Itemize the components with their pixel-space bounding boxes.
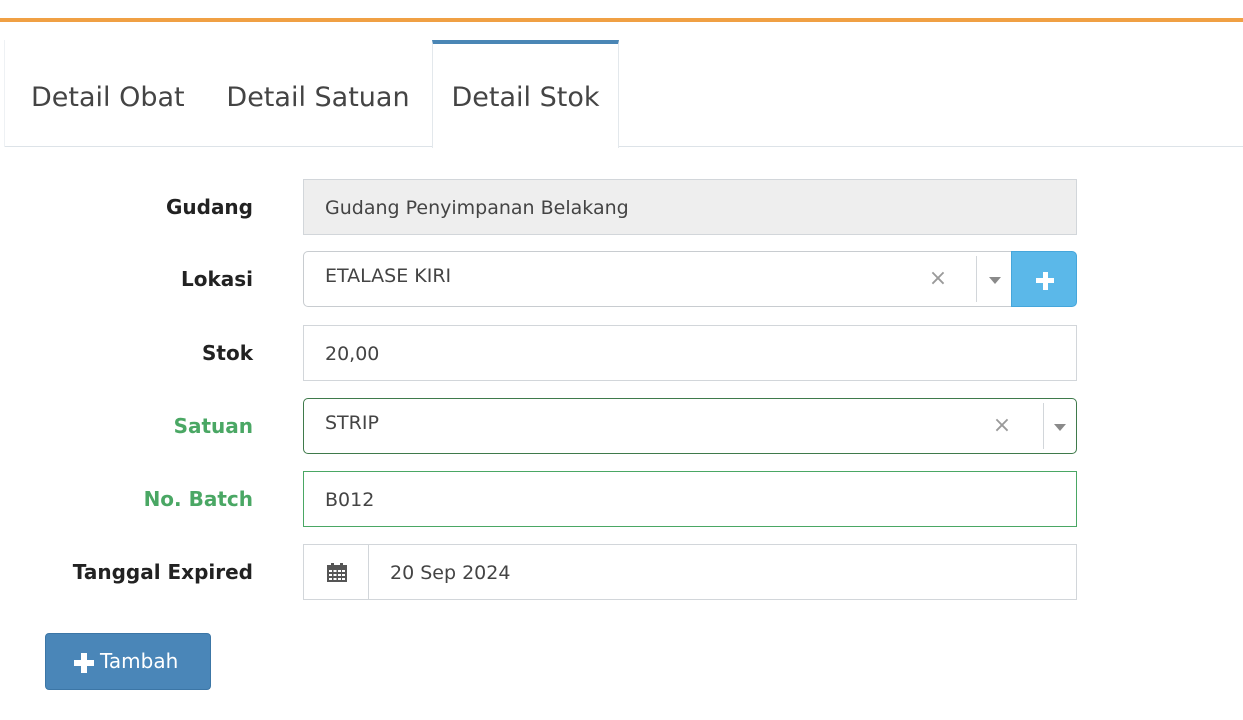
lokasi-label: Lokasi: [180, 267, 253, 291]
add-lokasi-button[interactable]: [1011, 251, 1077, 307]
expired-label: Tanggal Expired: [72, 560, 253, 584]
batch-label: No. Batch: [143, 487, 253, 511]
calendar-icon: [327, 563, 347, 582]
select-divider: [976, 256, 977, 302]
tab-detail-satuan[interactable]: Detail Satuan: [204, 40, 432, 147]
tambah-button[interactable]: Tambah: [45, 633, 211, 690]
gudang-field: Gudang Penyimpanan Belakang: [303, 179, 1077, 235]
satuan-value: STRIP: [325, 412, 379, 434]
stok-input[interactable]: 20,00: [303, 325, 1077, 381]
gudang-row: Gudang Gudang Penyimpanan Belakang: [0, 179, 1243, 235]
stok-row: Stok 20,00: [0, 325, 1243, 381]
tab-bar: Detail Obat Detail Satuan Detail Stok: [4, 40, 1243, 148]
satuan-select[interactable]: STRIP ×: [303, 398, 1077, 454]
caret-down-icon[interactable]: [1054, 424, 1066, 431]
satuan-row: Satuan STRIP ×: [0, 398, 1243, 454]
stok-label: Stok: [201, 341, 253, 365]
expired-row: Tanggal Expired 20 Sep 2024: [0, 544, 1243, 600]
close-icon[interactable]: ×: [926, 252, 950, 308]
expired-date-input[interactable]: 20 Sep 2024: [368, 544, 1077, 600]
tambah-label: Tambah: [100, 649, 179, 673]
lokasi-value: ETALASE KIRI: [325, 265, 452, 287]
select-divider: [1043, 403, 1044, 449]
satuan-label: Satuan: [173, 414, 253, 438]
batch-row: No. Batch B012: [0, 471, 1243, 527]
close-icon[interactable]: ×: [990, 399, 1014, 455]
caret-down-icon[interactable]: [989, 277, 1001, 284]
top-accent-bar: [0, 0, 1243, 22]
tab-detail-stok[interactable]: Detail Stok: [432, 40, 619, 148]
plus-icon: [74, 653, 94, 673]
gudang-label: Gudang: [165, 195, 253, 219]
tab-detail-obat[interactable]: Detail Obat: [4, 40, 204, 147]
batch-input[interactable]: B012: [303, 471, 1077, 527]
calendar-addon[interactable]: [303, 544, 369, 600]
lokasi-select[interactable]: ETALASE KIRI ×: [303, 251, 1013, 307]
plus-icon-stem: [1042, 271, 1048, 290]
